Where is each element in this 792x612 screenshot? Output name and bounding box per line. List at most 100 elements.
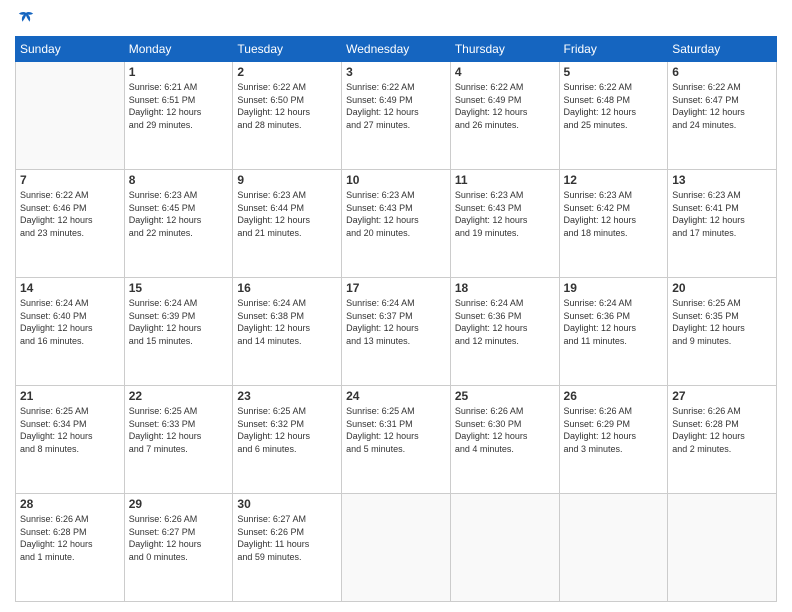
day-number: 13 bbox=[672, 173, 772, 187]
calendar-cell: 23 Sunrise: 6:25 AM Sunset: 6:32 PM Dayli… bbox=[233, 386, 342, 494]
logo-bird-icon bbox=[17, 10, 35, 28]
day-number: 18 bbox=[455, 281, 555, 295]
day-number: 4 bbox=[455, 65, 555, 79]
day-info: Sunrise: 6:26 AM Sunset: 6:29 PM Dayligh… bbox=[564, 405, 664, 455]
day-info: Sunrise: 6:25 AM Sunset: 6:34 PM Dayligh… bbox=[20, 405, 120, 455]
calendar-cell: 11 Sunrise: 6:23 AM Sunset: 6:43 PM Dayli… bbox=[450, 170, 559, 278]
day-info: Sunrise: 6:26 AM Sunset: 6:28 PM Dayligh… bbox=[20, 513, 120, 563]
day-number: 30 bbox=[237, 497, 337, 511]
day-info: Sunrise: 6:22 AM Sunset: 6:49 PM Dayligh… bbox=[455, 81, 555, 131]
day-info: Sunrise: 6:24 AM Sunset: 6:39 PM Dayligh… bbox=[129, 297, 229, 347]
day-info: Sunrise: 6:23 AM Sunset: 6:42 PM Dayligh… bbox=[564, 189, 664, 239]
calendar-week-row: 14Sunrise: 6:24 AM Sunset: 6:40 PM Dayli… bbox=[16, 278, 777, 386]
day-number: 28 bbox=[20, 497, 120, 511]
calendar-cell: 21 Sunrise: 6:25 AM Sunset: 6:34 PM Dayli… bbox=[16, 386, 125, 494]
weekday-header-thursday: Thursday bbox=[450, 37, 559, 62]
calendar-cell: 22Sunrise: 6:25 AM Sunset: 6:33 PM Dayli… bbox=[124, 386, 233, 494]
day-info: Sunrise: 6:21 AM Sunset: 6:51 PM Dayligh… bbox=[129, 81, 229, 131]
weekday-header-tuesday: Tuesday bbox=[233, 37, 342, 62]
day-info: Sunrise: 6:24 AM Sunset: 6:38 PM Dayligh… bbox=[237, 297, 337, 347]
calendar-cell: 27 Sunrise: 6:26 AM Sunset: 6:28 PM Dayli… bbox=[668, 386, 777, 494]
calendar-cell: 28 Sunrise: 6:26 AM Sunset: 6:28 PM Dayli… bbox=[16, 494, 125, 602]
calendar-cell: 24 Sunrise: 6:25 AM Sunset: 6:31 PM Dayli… bbox=[342, 386, 451, 494]
day-info: Sunrise: 6:22 AM Sunset: 6:49 PM Dayligh… bbox=[346, 81, 446, 131]
day-number: 15 bbox=[129, 281, 229, 295]
calendar-cell: 6Sunrise: 6:22 AM Sunset: 6:47 PM Daylig… bbox=[668, 62, 777, 170]
weekday-header-friday: Friday bbox=[559, 37, 668, 62]
day-info: Sunrise: 6:24 AM Sunset: 6:37 PM Dayligh… bbox=[346, 297, 446, 347]
calendar-cell: 16 Sunrise: 6:24 AM Sunset: 6:38 PM Dayli… bbox=[233, 278, 342, 386]
day-info: Sunrise: 6:25 AM Sunset: 6:31 PM Dayligh… bbox=[346, 405, 446, 455]
calendar-cell: 17 Sunrise: 6:24 AM Sunset: 6:37 PM Dayli… bbox=[342, 278, 451, 386]
header bbox=[15, 10, 777, 28]
day-number: 5 bbox=[564, 65, 664, 79]
day-number: 16 bbox=[237, 281, 337, 295]
calendar-cell bbox=[450, 494, 559, 602]
calendar-cell: 15 Sunrise: 6:24 AM Sunset: 6:39 PM Dayli… bbox=[124, 278, 233, 386]
day-info: Sunrise: 6:22 AM Sunset: 6:50 PM Dayligh… bbox=[237, 81, 337, 131]
calendar-cell: 25Sunrise: 6:26 AM Sunset: 6:30 PM Dayli… bbox=[450, 386, 559, 494]
calendar-week-row: 21 Sunrise: 6:25 AM Sunset: 6:34 PM Dayli… bbox=[16, 386, 777, 494]
day-number: 3 bbox=[346, 65, 446, 79]
day-number: 11 bbox=[455, 173, 555, 187]
day-number: 21 bbox=[20, 389, 120, 403]
calendar-cell: 18 Sunrise: 6:24 AM Sunset: 6:36 PM Dayli… bbox=[450, 278, 559, 386]
day-info: Sunrise: 6:26 AM Sunset: 6:27 PM Dayligh… bbox=[129, 513, 229, 563]
calendar-week-row: 7Sunrise: 6:22 AM Sunset: 6:46 PM Daylig… bbox=[16, 170, 777, 278]
day-info: Sunrise: 6:26 AM Sunset: 6:30 PM Dayligh… bbox=[455, 405, 555, 455]
day-number: 10 bbox=[346, 173, 446, 187]
calendar-cell: 7Sunrise: 6:22 AM Sunset: 6:46 PM Daylig… bbox=[16, 170, 125, 278]
calendar-table: SundayMondayTuesdayWednesdayThursdayFrid… bbox=[15, 36, 777, 602]
weekday-header-row: SundayMondayTuesdayWednesdayThursdayFrid… bbox=[16, 37, 777, 62]
calendar-cell bbox=[559, 494, 668, 602]
weekday-header-sunday: Sunday bbox=[16, 37, 125, 62]
weekday-header-monday: Monday bbox=[124, 37, 233, 62]
calendar-cell bbox=[668, 494, 777, 602]
day-info: Sunrise: 6:25 AM Sunset: 6:33 PM Dayligh… bbox=[129, 405, 229, 455]
calendar-cell: 4 Sunrise: 6:22 AM Sunset: 6:49 PM Daylig… bbox=[450, 62, 559, 170]
day-number: 17 bbox=[346, 281, 446, 295]
day-number: 26 bbox=[564, 389, 664, 403]
day-info: Sunrise: 6:23 AM Sunset: 6:45 PM Dayligh… bbox=[129, 189, 229, 239]
calendar-cell: 3 Sunrise: 6:22 AM Sunset: 6:49 PM Daylig… bbox=[342, 62, 451, 170]
calendar-cell: 12 Sunrise: 6:23 AM Sunset: 6:42 PM Dayli… bbox=[559, 170, 668, 278]
day-info: Sunrise: 6:23 AM Sunset: 6:43 PM Dayligh… bbox=[455, 189, 555, 239]
calendar-cell: 30 Sunrise: 6:27 AM Sunset: 6:26 PM Dayli… bbox=[233, 494, 342, 602]
calendar-cell: 9Sunrise: 6:23 AM Sunset: 6:44 PM Daylig… bbox=[233, 170, 342, 278]
day-number: 1 bbox=[129, 65, 229, 79]
day-info: Sunrise: 6:27 AM Sunset: 6:26 PM Dayligh… bbox=[237, 513, 337, 563]
day-info: Sunrise: 6:24 AM Sunset: 6:36 PM Dayligh… bbox=[455, 297, 555, 347]
calendar-cell: 29Sunrise: 6:26 AM Sunset: 6:27 PM Dayli… bbox=[124, 494, 233, 602]
day-info: Sunrise: 6:25 AM Sunset: 6:35 PM Dayligh… bbox=[672, 297, 772, 347]
calendar-cell: 20 Sunrise: 6:25 AM Sunset: 6:35 PM Dayli… bbox=[668, 278, 777, 386]
calendar-cell: 1 Sunrise: 6:21 AM Sunset: 6:51 PM Daylig… bbox=[124, 62, 233, 170]
day-number: 12 bbox=[564, 173, 664, 187]
calendar-cell bbox=[342, 494, 451, 602]
day-info: Sunrise: 6:25 AM Sunset: 6:32 PM Dayligh… bbox=[237, 405, 337, 455]
day-number: 2 bbox=[237, 65, 337, 79]
day-info: Sunrise: 6:22 AM Sunset: 6:46 PM Dayligh… bbox=[20, 189, 120, 239]
day-number: 19 bbox=[564, 281, 664, 295]
day-number: 20 bbox=[672, 281, 772, 295]
day-number: 27 bbox=[672, 389, 772, 403]
day-info: Sunrise: 6:26 AM Sunset: 6:28 PM Dayligh… bbox=[672, 405, 772, 455]
day-number: 24 bbox=[346, 389, 446, 403]
calendar-cell: 5 Sunrise: 6:22 AM Sunset: 6:48 PM Daylig… bbox=[559, 62, 668, 170]
calendar-cell: 26 Sunrise: 6:26 AM Sunset: 6:29 PM Dayli… bbox=[559, 386, 668, 494]
calendar-page: SundayMondayTuesdayWednesdayThursdayFrid… bbox=[0, 0, 792, 612]
calendar-week-row: 28 Sunrise: 6:26 AM Sunset: 6:28 PM Dayli… bbox=[16, 494, 777, 602]
day-info: Sunrise: 6:24 AM Sunset: 6:40 PM Dayligh… bbox=[20, 297, 120, 347]
weekday-header-saturday: Saturday bbox=[668, 37, 777, 62]
calendar-cell: 2 Sunrise: 6:22 AM Sunset: 6:50 PM Daylig… bbox=[233, 62, 342, 170]
day-number: 23 bbox=[237, 389, 337, 403]
day-number: 8 bbox=[129, 173, 229, 187]
day-info: Sunrise: 6:22 AM Sunset: 6:48 PM Dayligh… bbox=[564, 81, 664, 131]
day-info: Sunrise: 6:23 AM Sunset: 6:43 PM Dayligh… bbox=[346, 189, 446, 239]
day-number: 9 bbox=[237, 173, 337, 187]
calendar-cell: 8 Sunrise: 6:23 AM Sunset: 6:45 PM Daylig… bbox=[124, 170, 233, 278]
calendar-cell bbox=[16, 62, 125, 170]
calendar-week-row: 1 Sunrise: 6:21 AM Sunset: 6:51 PM Daylig… bbox=[16, 62, 777, 170]
day-info: Sunrise: 6:22 AM Sunset: 6:47 PM Dayligh… bbox=[672, 81, 772, 131]
calendar-cell: 14Sunrise: 6:24 AM Sunset: 6:40 PM Dayli… bbox=[16, 278, 125, 386]
day-info: Sunrise: 6:23 AM Sunset: 6:41 PM Dayligh… bbox=[672, 189, 772, 239]
